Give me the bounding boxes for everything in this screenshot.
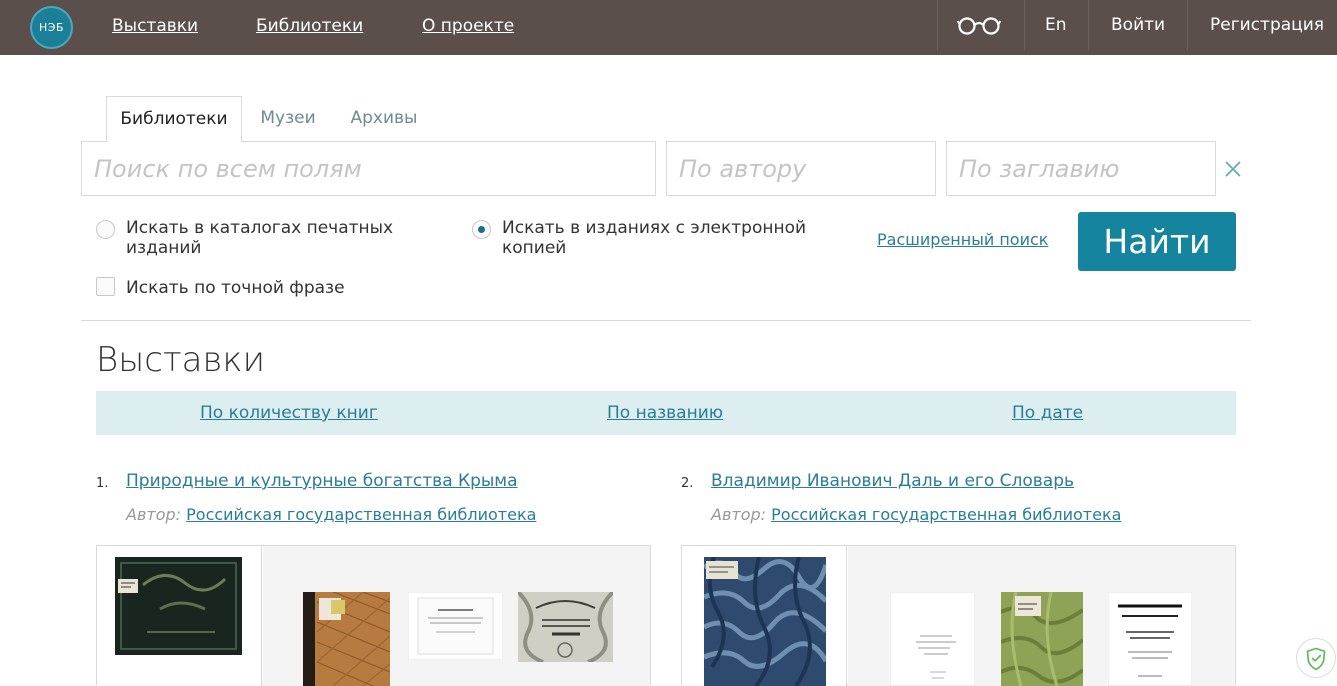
book-cover-image[interactable] <box>1108 592 1192 686</box>
sort-bar: По количеству книг По названию По дате <box>96 391 1236 435</box>
advanced-search-link[interactable]: Расширенный поиск <box>877 230 1048 249</box>
author-label: Автор: <box>711 505 767 524</box>
radio-print-label: Искать в каталогах печатных изданий <box>126 218 394 258</box>
glasses-icon[interactable] <box>957 15 1001 35</box>
checkbox-exact-phrase[interactable] <box>96 277 115 296</box>
exhibition-title[interactable]: Владимир Иванович Даль и его Словарь <box>711 471 1074 491</box>
radio-electronic-label: Искать в изданиях с электронной копией <box>502 218 807 258</box>
nav-libraries[interactable]: Библиотеки <box>256 16 363 36</box>
login-link[interactable]: Войти <box>1111 15 1165 35</box>
exhibition-title[interactable]: Природные и культурные богатства Крыма <box>126 471 518 491</box>
clear-icon[interactable] <box>1224 160 1242 178</box>
divider <box>937 0 938 50</box>
divider <box>1088 0 1089 50</box>
author-link[interactable]: Российская государственная библиотека <box>186 505 536 524</box>
book-cover-image[interactable] <box>303 592 390 686</box>
find-button[interactable]: Найти <box>1078 212 1236 271</box>
list-item-number: 1. <box>96 476 109 491</box>
top-navbar: НЭБ Выставки Библиотеки О проекте En Вой… <box>0 0 1337 55</box>
register-link[interactable]: Регистрация <box>1210 15 1324 35</box>
sort-by-date[interactable]: По дате <box>1012 403 1083 423</box>
shield-icon[interactable] <box>1296 638 1336 678</box>
page-title: Выставки <box>96 340 265 380</box>
list-item-number: 2. <box>681 476 694 491</box>
exhibition-author: Автор: Российская государственная библио… <box>711 505 1121 524</box>
tab-museums[interactable]: Музеи <box>250 96 326 143</box>
book-cover-image[interactable] <box>704 557 826 686</box>
nav-exhibitions[interactable]: Выставки <box>112 16 198 36</box>
book-cover-image[interactable] <box>115 557 242 655</box>
nav-about[interactable]: О проекте <box>422 16 514 36</box>
book-cover-image[interactable] <box>1001 592 1083 686</box>
book-cover-image[interactable] <box>890 592 975 686</box>
sort-by-name[interactable]: По названию <box>607 403 723 423</box>
search-author-input[interactable] <box>666 141 936 196</box>
search-title-input[interactable] <box>946 141 1216 196</box>
exhibition-card <box>96 545 651 686</box>
radio-electronic-copies[interactable] <box>472 220 491 239</box>
radio-print-catalogs[interactable] <box>96 220 115 239</box>
author-label: Автор: <box>126 505 182 524</box>
sort-by-book-count[interactable]: По количеству книг <box>200 403 378 423</box>
lang-switch[interactable]: En <box>1045 15 1067 35</box>
book-cover-image[interactable] <box>408 592 503 660</box>
book-cover-image[interactable] <box>518 592 613 662</box>
divider <box>81 320 1251 321</box>
checkbox-exact-label: Искать по точной фразе <box>126 278 345 298</box>
search-all-fields-input[interactable] <box>81 141 656 196</box>
exhibition-card <box>681 545 1236 686</box>
tab-archives[interactable]: Архивы <box>340 96 428 143</box>
tab-libraries[interactable]: Библиотеки <box>106 96 242 143</box>
neb-logo[interactable]: НЭБ <box>30 6 73 49</box>
divider <box>1187 0 1188 50</box>
author-link[interactable]: Российская государственная библиотека <box>771 505 1121 524</box>
divider <box>1024 0 1025 50</box>
exhibition-author: Автор: Российская государственная библио… <box>126 505 536 524</box>
